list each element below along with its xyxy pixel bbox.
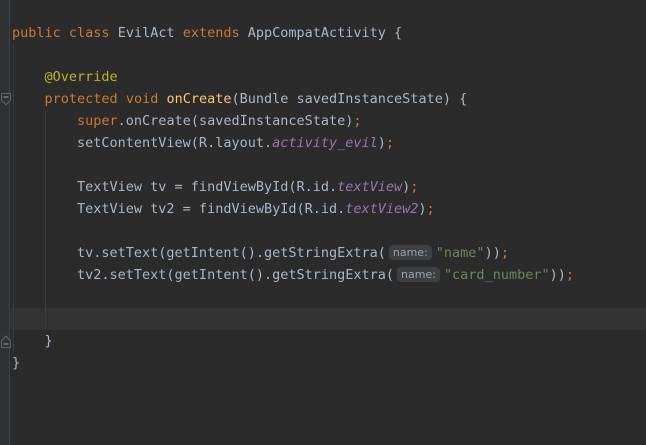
code-line[interactable]: public class EvilAct extends AppCompatAc… xyxy=(12,22,402,44)
code-token xyxy=(61,25,69,41)
code-token: )) xyxy=(550,267,566,283)
code-token: EvilAct xyxy=(110,25,183,41)
code-token: class xyxy=(69,25,110,41)
code-editor: public class EvilAct extends AppCompatAc… xyxy=(0,0,646,445)
code-token xyxy=(12,69,45,85)
code-token: TextView tv = findViewById(R.id. xyxy=(12,179,337,195)
code-area[interactable]: public class EvilAct extends AppCompatAc… xyxy=(0,0,646,445)
code-token: tv2.setText(getIntent().getStringExtra( xyxy=(12,267,394,283)
code-token: } xyxy=(12,355,20,371)
code-token: @Override xyxy=(45,69,118,85)
code-token: ; xyxy=(410,179,418,195)
code-token: tv.setText(getIntent().getStringExtra( xyxy=(12,245,386,261)
code-token: ; xyxy=(501,245,509,261)
code-token: ; xyxy=(353,113,361,129)
code-token: ) xyxy=(378,135,386,151)
code-line[interactable]: super.onCreate(savedInstanceState); xyxy=(12,110,362,132)
code-token: )) xyxy=(485,245,501,261)
code-token: void xyxy=(126,91,159,107)
code-token: ; xyxy=(427,201,435,217)
code-token: onCreate xyxy=(166,91,231,107)
code-token: protected xyxy=(45,91,118,107)
code-token: ; xyxy=(386,135,394,151)
code-token: ) xyxy=(418,201,426,217)
code-line[interactable]: protected void onCreate(Bundle savedInst… xyxy=(12,88,467,110)
code-token xyxy=(118,91,126,107)
code-token: extends xyxy=(183,25,240,41)
parameter-name-hint[interactable]: name: xyxy=(389,245,432,260)
code-token xyxy=(12,91,45,107)
code-token: TextView tv2 = findViewById(R.id. xyxy=(12,201,345,217)
code-token: textView2 xyxy=(345,201,418,217)
code-line[interactable]: } xyxy=(12,330,53,352)
parameter-name-hint[interactable]: name: xyxy=(397,267,440,282)
code-line[interactable]: tv2.setText(getIntent().getStringExtra(n… xyxy=(12,264,574,286)
code-token: AppCompatActivity { xyxy=(240,25,403,41)
code-token: "card_number" xyxy=(444,267,550,283)
code-token: (Bundle savedInstanceState) { xyxy=(232,91,468,107)
code-line[interactable]: tv.setText(getIntent().getStringExtra(na… xyxy=(12,242,509,264)
code-line[interactable]: TextView tv2 = findViewById(R.id.textVie… xyxy=(12,198,435,220)
code-token: textView xyxy=(337,179,402,195)
code-line[interactable]: setContentView(R.layout.activity_evil); xyxy=(12,132,394,154)
code-token: super xyxy=(77,113,118,129)
code-token xyxy=(12,113,77,129)
code-token: } xyxy=(12,333,53,349)
code-token: setContentView(R.layout. xyxy=(12,135,272,151)
code-line[interactable]: @Override xyxy=(12,66,118,88)
code-token: activity_evil xyxy=(272,135,378,151)
code-token: .onCreate(savedInstanceState) xyxy=(118,113,354,129)
code-token: "name" xyxy=(436,245,485,261)
code-token: ; xyxy=(566,267,574,283)
code-line[interactable]: } xyxy=(12,352,20,374)
code-line[interactable]: TextView tv = findViewById(R.id.textView… xyxy=(12,176,418,198)
code-token: public xyxy=(12,25,61,41)
